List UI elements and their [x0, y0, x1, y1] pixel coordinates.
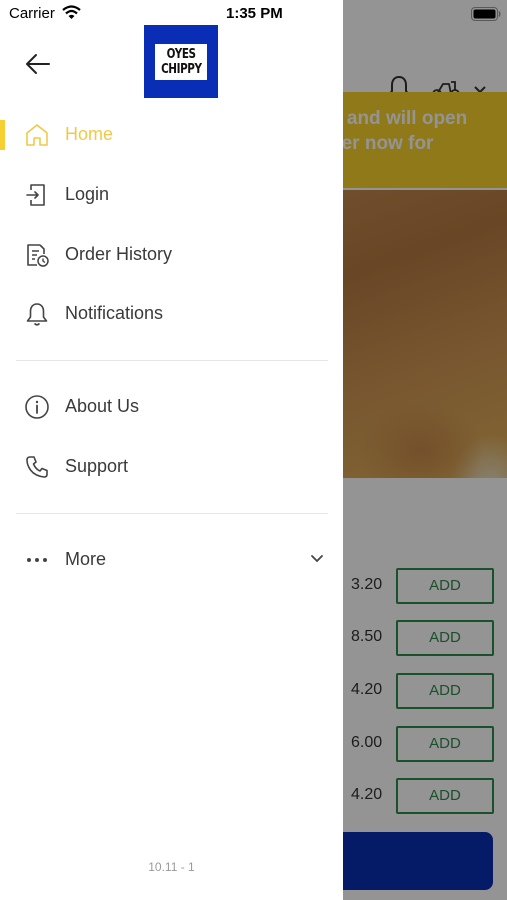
menu-item-order-history[interactable]: Order History	[0, 229, 343, 281]
clock: 1:35 PM	[226, 5, 283, 22]
chevron-down-icon	[311, 555, 323, 563]
menu-item-label: More	[65, 549, 107, 569]
more-icon	[27, 558, 47, 562]
status-bar: Carrier 1:35 PM	[0, 0, 507, 30]
menu-item-label: About Us	[65, 396, 140, 416]
info-icon	[25, 395, 49, 419]
back-arrow-icon[interactable]	[24, 50, 52, 78]
login-icon	[26, 184, 45, 206]
logo-text-line: CHIPPY	[160, 61, 202, 77]
wifi-icon	[62, 5, 81, 19]
menu-item-about-us[interactable]: About Us	[0, 381, 343, 433]
app-version: 10.11 - 1	[148, 860, 195, 874]
brand-logo: OYES CHIPPY	[144, 25, 218, 98]
menu-item-more[interactable]: More	[0, 534, 343, 586]
home-icon	[26, 124, 48, 146]
menu-item-label: Order History	[65, 244, 173, 264]
menu-item-label: Support	[65, 456, 129, 476]
menu-item-label: Notifications	[65, 303, 164, 323]
bell-icon	[26, 303, 48, 326]
phone-icon	[26, 456, 48, 478]
menu-divider	[16, 360, 328, 361]
menu-item-label: Login	[65, 184, 110, 204]
menu-item-support[interactable]: Support	[0, 441, 343, 493]
logo-text-line: OYES	[166, 46, 196, 62]
order-history-icon	[27, 244, 49, 267]
menu-item-notifications[interactable]: Notifications	[0, 288, 343, 340]
menu-item-label: Home	[65, 124, 114, 144]
battery-icon	[471, 7, 501, 21]
logo-plate: OYES CHIPPY	[155, 43, 207, 80]
menu-item-login[interactable]: Login	[0, 169, 343, 221]
menu-item-home[interactable]: Home	[0, 109, 343, 161]
navigation-drawer: OYES CHIPPY Home Login Order History Not…	[0, 0, 343, 900]
menu-divider	[16, 513, 328, 514]
carrier-label: Carrier	[9, 5, 55, 22]
